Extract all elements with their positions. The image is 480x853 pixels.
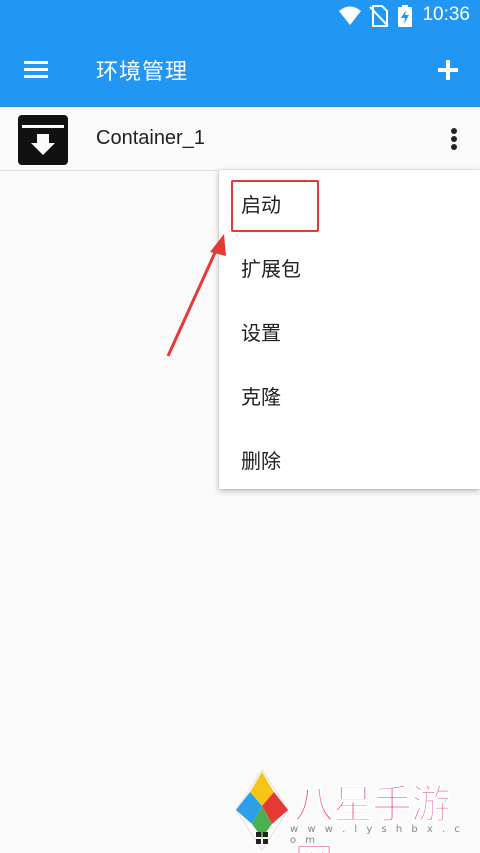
menu-item-start[interactable]: 启动: [219, 170, 480, 233]
page-title: 环境管理: [96, 60, 189, 85]
wifi-icon: [339, 6, 361, 25]
menu-item-label: 克隆: [241, 385, 281, 409]
more-vert-icon: [451, 128, 457, 150]
container-list-item[interactable]: Container_1: [0, 107, 480, 171]
context-menu: 启动 扩展包 设置 克隆 删除: [219, 170, 480, 489]
menu-item-label: 扩展包: [241, 257, 301, 281]
menu-item-label: 设置: [241, 321, 281, 345]
menu-item-label: 删除: [241, 449, 281, 473]
watermark-text: 八星手游网: [294, 782, 452, 853]
menu-item-clone[interactable]: 克隆: [219, 362, 480, 425]
menu-item-extensions[interactable]: 扩展包: [219, 234, 480, 297]
hamburger-menu-icon: [24, 61, 48, 78]
watermark-logo: 八星手游网 w w w . l y s h b x . c o m: [232, 766, 472, 853]
more-options-button[interactable]: [440, 121, 468, 157]
status-time: 10:36: [422, 4, 470, 25]
menu-button[interactable]: [20, 54, 54, 86]
menu-item-delete[interactable]: 删除: [219, 426, 480, 489]
status-bar: 10:36: [0, 0, 480, 32]
logo-mark-icon: [235, 769, 289, 850]
plus-icon: [438, 60, 458, 80]
watermark-url: w w w . l y s h b x . c o m: [290, 824, 463, 846]
menu-item-label: 启动: [241, 193, 281, 217]
container-name: Container_1: [96, 127, 205, 149]
archive-download-icon: [18, 115, 68, 165]
menu-item-settings[interactable]: 设置: [219, 298, 480, 361]
battery-charging-icon: [398, 5, 412, 27]
add-button[interactable]: [432, 54, 464, 86]
no-sim-icon: [369, 5, 389, 27]
app-bar: 环境管理: [0, 32, 480, 107]
